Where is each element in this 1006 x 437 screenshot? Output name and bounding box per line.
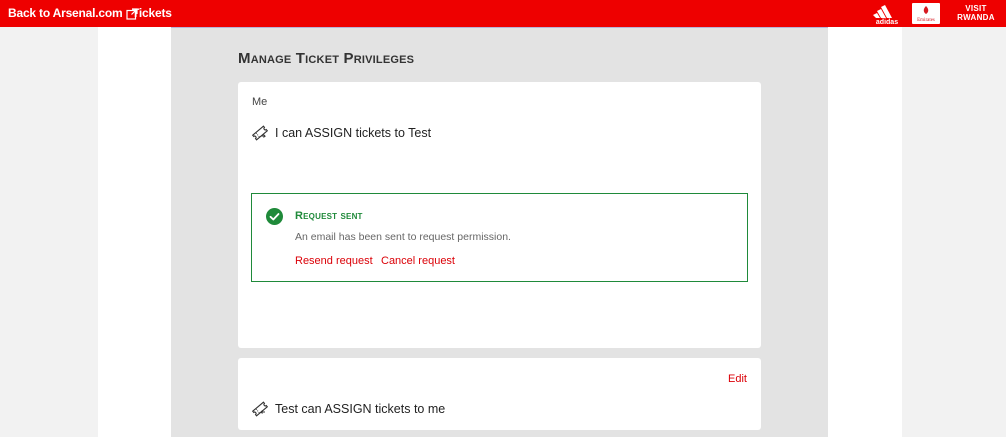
cancel-request-link[interactable]: Cancel request bbox=[381, 255, 455, 267]
adidas-logo[interactable]: adidas bbox=[870, 2, 904, 25]
back-to-arsenal-label: Back to Arsenal.com bbox=[8, 6, 123, 20]
emirates-logo[interactable]: Emirates bbox=[912, 3, 940, 24]
tickets-nav-link[interactable]: Tickets bbox=[132, 0, 172, 27]
ticket-icon bbox=[251, 125, 269, 141]
owner-label: Me bbox=[252, 96, 268, 108]
privilege-card-me: Me I can ASSIGN tickets to Test Request … bbox=[238, 82, 761, 348]
edit-link[interactable]: Edit bbox=[728, 373, 747, 385]
adidas-wordmark: adidas bbox=[876, 19, 898, 25]
privilege-row-assign-to-test: I can ASSIGN tickets to Test bbox=[251, 124, 431, 142]
resend-request-link[interactable]: Resend request bbox=[295, 255, 373, 267]
top-bar: Back to Arsenal.com Tickets adidas Emira… bbox=[0, 0, 1006, 27]
left-margin bbox=[98, 27, 171, 437]
privilege-card-test: Edit Test can ASSIGN tickets to me bbox=[238, 358, 761, 430]
privilege-row-test-assign-to-me: Test can ASSIGN tickets to me bbox=[251, 400, 445, 418]
ticket-icon bbox=[251, 401, 269, 417]
left-gutter bbox=[0, 27, 98, 437]
back-to-arsenal-link[interactable]: Back to Arsenal.com bbox=[8, 0, 139, 27]
main-panel-top-border bbox=[171, 27, 828, 28]
check-circle-icon bbox=[266, 208, 283, 225]
status-description: An email has been sent to request permis… bbox=[295, 231, 511, 243]
privilege-text: Test can ASSIGN tickets to me bbox=[275, 402, 446, 416]
visit-rwanda-line2: RWANDA bbox=[957, 12, 995, 22]
status-title: Request sent bbox=[295, 210, 363, 222]
page-title: Manage Ticket Privileges bbox=[238, 50, 415, 67]
privilege-text: I can ASSIGN tickets to Test bbox=[275, 126, 432, 140]
visit-rwanda-logo[interactable]: VISIT RWANDA bbox=[950, 4, 1002, 22]
right-margin bbox=[828, 27, 902, 437]
emirates-wordmark: Emirates bbox=[917, 18, 935, 23]
right-gutter bbox=[902, 27, 1006, 437]
request-status-box: Request sent An email has been sent to r… bbox=[251, 193, 748, 282]
